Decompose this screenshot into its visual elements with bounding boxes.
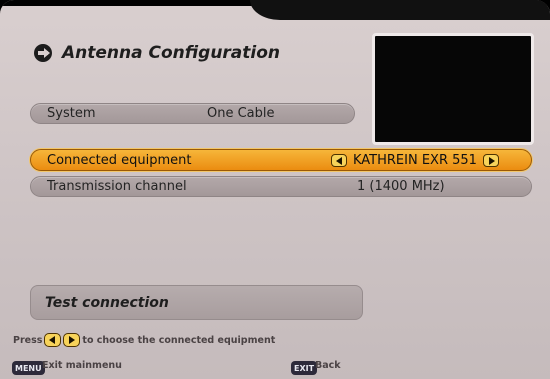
antenna-icon: [34, 44, 52, 62]
exit-key-icon[interactable]: EXIT: [291, 361, 318, 375]
transmission-channel-label: Transmission channel: [47, 179, 187, 194]
menu-row-connected-equipment[interactable]: Connected equipment KATHREIN EXR 551: [30, 149, 532, 171]
menu-row-system[interactable]: System One Cable: [30, 103, 355, 124]
menu-key-icon[interactable]: MENU: [12, 361, 45, 375]
top-notch: [250, 0, 550, 20]
connected-equipment-label: Connected equipment: [47, 152, 192, 168]
arrow-left-icon: [44, 333, 62, 347]
video-preview: [372, 33, 534, 145]
menu-key-label: Exit mainmenu: [42, 360, 122, 371]
test-connection-button[interactable]: Test connection: [30, 285, 363, 320]
hint-line: Press to choose the connected equipment: [13, 331, 275, 349]
exit-key-label: Back: [315, 360, 341, 371]
menu-row-transmission-channel[interactable]: Transmission channel 1 (1400 MHz): [30, 176, 532, 197]
hint-suffix: to choose the connected equipment: [82, 334, 276, 346]
title-row: Antenna Configuration: [34, 40, 280, 66]
arrow-left-icon[interactable]: [331, 153, 347, 167]
connected-equipment-value: KATHREIN EXR 551: [353, 152, 477, 168]
footer-bar: MENU Exit mainmenu EXIT Back: [0, 356, 550, 379]
test-connection-label: Test connection: [45, 294, 169, 311]
connected-equipment-selector[interactable]: KATHREIN EXR 551: [331, 153, 499, 168]
arrow-right-icon: [63, 333, 81, 347]
system-value: One Cable: [207, 106, 275, 121]
system-label: System: [47, 106, 96, 121]
tv-menu-screen: Antenna Configuration System One Cable C…: [0, 0, 550, 379]
transmission-channel-value: 1 (1400 MHz): [357, 179, 445, 194]
page-title: Antenna Configuration: [62, 43, 281, 63]
arrow-right-icon[interactable]: [482, 153, 499, 167]
hint-prefix: Press: [13, 334, 43, 346]
